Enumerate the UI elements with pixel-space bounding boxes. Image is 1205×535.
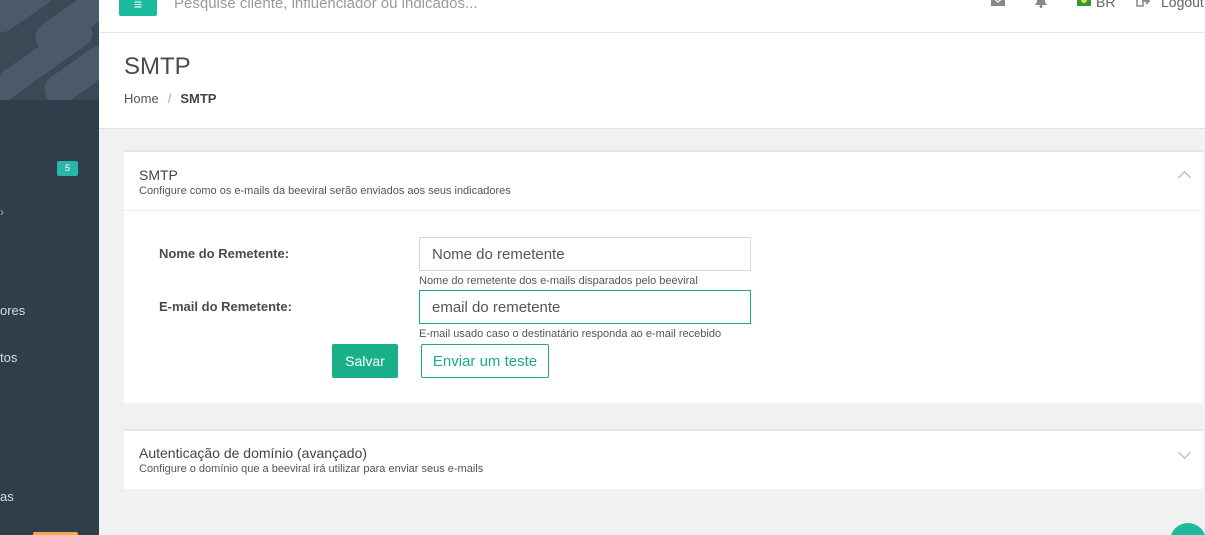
domain-auth-panel-subtitle: Configure o domínio que a beeviral irá u… [139,463,484,475]
logout-link[interactable]: Logout [1161,0,1204,10]
language-selector[interactable]: BR [1096,0,1115,10]
breadcrumb: Home / SMTP [124,91,216,106]
page-title: SMTP [124,53,191,80]
sender-name-label: Nome do Remetente: [159,246,290,261]
breadcrumb-current: SMTP [180,91,217,106]
save-button[interactable]: Salvar [332,344,398,378]
smtp-panel: SMTP Configure como os e-mails da beevir… [124,150,1203,403]
sender-name-help: Nome do remetente dos e-mails disparados… [419,275,698,287]
breadcrumb-separator: / [167,91,172,106]
sidebar: 5 › ores tos as [0,0,99,535]
envelope-icon[interactable] [990,0,1006,8]
sender-name-field[interactable] [419,237,751,271]
help-chat-button[interactable] [1170,523,1205,535]
sidebar-item-influenciadores[interactable]: ores [0,303,25,318]
sidebar-badge: 5 [57,161,78,176]
domain-auth-panel-title: Autenticação de domínio (avançado) [139,445,368,461]
smtp-panel-subtitle: Configure como os e-mails da beeviral se… [139,185,511,197]
search-input[interactable] [174,0,674,14]
sidebar-item-campanhas[interactable]: as [0,489,14,504]
bell-icon[interactable] [1033,0,1049,8]
logout-icon[interactable] [1136,0,1152,8]
topbar: ≡ BR Logout [99,0,1205,33]
smtp-panel-title: SMTP [139,167,178,183]
page-header: SMTP Home / SMTP [99,33,1205,129]
sender-email-help: E-mail usado caso o destinatário respond… [419,328,722,340]
sidebar-item-fragment[interactable]: › [0,205,4,219]
logo[interactable] [0,0,99,100]
sender-email-field[interactable] [419,290,751,324]
menu-icon: ≡ [133,0,143,12]
breadcrumb-home[interactable]: Home [124,91,159,106]
divider [124,210,1203,211]
smtp-panel-header[interactable]: SMTP Configure como os e-mails da beevir… [124,152,1203,210]
brazil-flag-icon[interactable] [1077,0,1091,6]
menu-button[interactable]: ≡ [119,0,157,16]
sender-email-label: E-mail do Remetente: [159,299,292,314]
sidebar-item-produtos[interactable]: tos [0,350,17,365]
domain-auth-panel-header[interactable]: Autenticação de domínio (avançado) Confi… [124,431,1203,488]
send-test-button[interactable]: Enviar um teste [421,344,549,378]
domain-auth-panel: Autenticação de domínio (avançado) Confi… [124,429,1203,489]
